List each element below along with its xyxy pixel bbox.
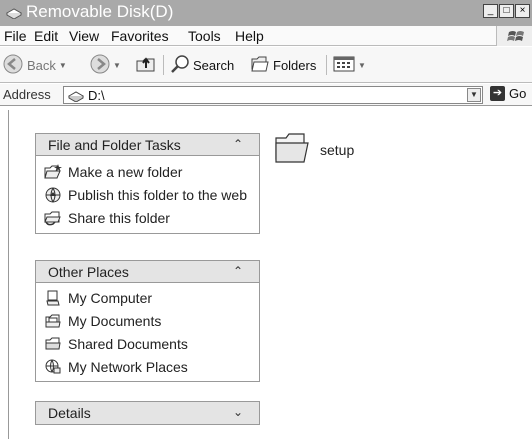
task-publish-to-web[interactable]: Publish this folder to the web [44, 183, 259, 206]
address-dropdown-icon[interactable]: ▼ [467, 88, 481, 102]
up-folder-button[interactable] [135, 53, 157, 77]
window-border [8, 110, 9, 439]
panel-title: File and Folder Tasks [48, 137, 181, 153]
network-places-icon [44, 358, 62, 376]
folders-button[interactable]: Folders [250, 53, 316, 77]
removable-disk-icon [67, 90, 85, 105]
title-bar: Removable Disk(D) _ □ × [0, 0, 532, 26]
views-dropdown-icon: ▼ [358, 60, 366, 70]
task-make-new-folder[interactable]: Make a new folder [44, 160, 259, 183]
my-documents-icon [44, 312, 62, 330]
windows-logo-icon [496, 26, 532, 46]
menu-favorites[interactable]: Favorites [111, 28, 169, 44]
menu-file[interactable]: File [4, 28, 27, 44]
file-folder-tasks-header[interactable]: File and Folder Tasks ⌃ [36, 134, 259, 156]
other-places-panel: Other Places ⌃ My Computer My Documents … [35, 260, 260, 382]
folders-icon [250, 54, 270, 77]
collapse-chevron-icon[interactable]: ⌃ [233, 264, 243, 278]
shared-documents-icon [44, 335, 62, 353]
search-icon [170, 54, 190, 77]
go-button[interactable]: ➔ Go [490, 86, 526, 101]
address-value: D:\ [88, 88, 105, 103]
details-panel: Details ⌄ [35, 401, 260, 425]
back-label: Back [27, 57, 56, 73]
place-label: Shared Documents [68, 335, 188, 352]
place-shared-documents[interactable]: Shared Documents [44, 332, 259, 355]
task-label: Make a new folder [68, 163, 183, 180]
place-label: My Computer [68, 289, 153, 306]
file-folder-tasks-panel: File and Folder Tasks ⌃ Make a new folde… [35, 133, 260, 234]
menu-tools[interactable]: Tools [188, 28, 221, 44]
address-label: Address [3, 87, 51, 102]
search-button[interactable]: Search [170, 53, 234, 77]
removable-disk-icon [5, 7, 23, 22]
place-label: My Documents [68, 312, 162, 329]
back-button[interactable]: Back ▼ [3, 53, 67, 77]
place-my-documents[interactable]: My Documents [44, 309, 259, 332]
collapse-chevron-icon[interactable]: ⌃ [233, 137, 243, 151]
task-share-folder[interactable]: Share this folder [44, 206, 259, 229]
maximize-button[interactable]: □ [499, 4, 514, 18]
share-folder-icon [44, 209, 62, 227]
place-my-computer[interactable]: My Computer [44, 286, 259, 309]
file-item-setup[interactable]: setup [274, 131, 354, 168]
folder-icon [274, 131, 310, 168]
other-places-header[interactable]: Other Places ⌃ [36, 261, 259, 283]
back-dropdown-icon: ▼ [58, 60, 67, 70]
address-bar: Address D:\ ▼ ➔ Go [0, 84, 532, 106]
new-folder-icon [44, 163, 62, 181]
close-button[interactable]: × [515, 4, 530, 18]
my-computer-icon [44, 289, 62, 307]
panel-title: Other Places [48, 264, 129, 280]
forward-arrow-icon [90, 54, 110, 77]
toolbar-separator [326, 55, 327, 75]
place-label: My Network Places [68, 358, 188, 375]
views-button[interactable]: ▼ [333, 53, 366, 77]
menu-help[interactable]: Help [235, 28, 264, 44]
details-header[interactable]: Details ⌄ [36, 402, 259, 424]
task-label: Publish this folder to the web [68, 186, 247, 203]
back-arrow-icon [3, 54, 23, 77]
menu-edit[interactable]: Edit [34, 28, 58, 44]
address-input[interactable]: D:\ ▼ [63, 86, 483, 104]
search-label: Search [193, 57, 235, 73]
menu-bar: File Edit View Favorites Tools Help [0, 26, 532, 46]
folders-label: Folders [273, 57, 317, 73]
panel-title: Details [48, 405, 91, 421]
forward-dropdown-icon: ▼ [113, 60, 121, 70]
publish-web-icon [44, 186, 62, 204]
window-title: Removable Disk(D) [26, 2, 174, 21]
expand-chevron-icon[interactable]: ⌄ [233, 405, 243, 419]
toolbar-separator [163, 55, 164, 75]
place-network-places[interactable]: My Network Places [44, 355, 259, 378]
go-arrow-icon: ➔ [490, 86, 505, 101]
menu-view[interactable]: View [69, 28, 99, 44]
views-icon [333, 55, 355, 76]
file-name: setup [320, 142, 355, 158]
toolbar: Back ▼ ▼ Search Folders ▼ [0, 47, 532, 83]
go-label: Go [509, 86, 527, 101]
minimize-button[interactable]: _ [483, 4, 498, 18]
task-label: Share this folder [68, 209, 170, 226]
up-folder-icon [135, 54, 157, 77]
forward-button[interactable]: ▼ [90, 53, 121, 77]
